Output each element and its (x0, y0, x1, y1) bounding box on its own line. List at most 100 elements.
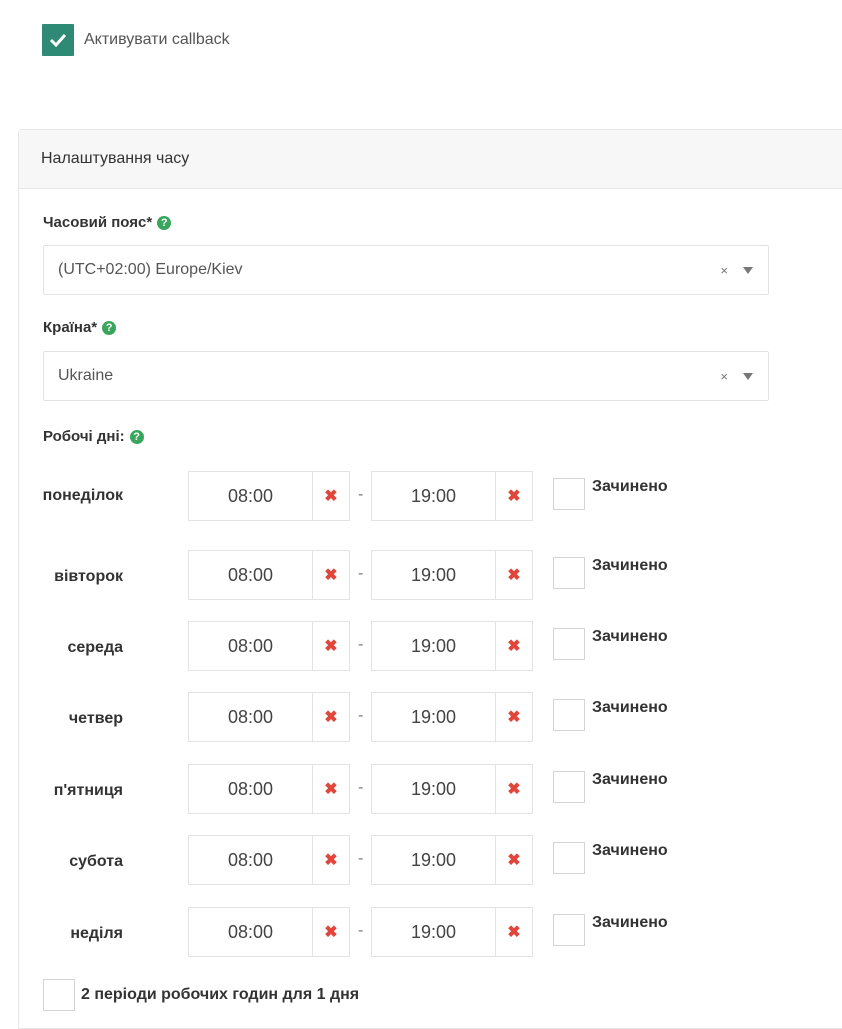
closed-checkbox[interactable] (553, 557, 585, 589)
clear-icon[interactable]: × (720, 369, 728, 384)
day-name: понеділок (42, 487, 123, 504)
clear-time-icon[interactable]: ✖ (313, 836, 349, 884)
timezone-value: (UTC+02:00) Europe/Kiev (58, 261, 243, 278)
time-to[interactable]: 19:00 ✖ (371, 835, 533, 885)
help-icon[interactable]: ? (157, 215, 172, 230)
closed-checkbox[interactable] (553, 628, 585, 660)
two-periods-label: 2 періоди робочих годин для 1 дня (81, 986, 360, 1003)
closed-label: Зачинено (592, 628, 668, 645)
clear-time-icon[interactable]: ✖ (496, 622, 532, 670)
day-row-friday: п'ятниця 08:00 ✖ - 19:00 ✖ Зачинено (19, 764, 799, 814)
time-to-input[interactable]: 19:00 (372, 693, 496, 741)
time-from-input[interactable]: 08:00 (189, 908, 313, 956)
time-to[interactable]: 19:00 ✖ (371, 764, 533, 814)
day-name: четвер (68, 710, 123, 727)
day-name: вівторок (54, 568, 123, 585)
closed-label: Зачинено (592, 478, 668, 495)
time-from[interactable]: 08:00 ✖ (188, 764, 350, 814)
time-to-input[interactable]: 19:00 (372, 765, 496, 813)
time-from[interactable]: 08:00 ✖ (188, 550, 350, 600)
clear-time-icon[interactable]: ✖ (496, 551, 532, 599)
clear-time-icon[interactable]: ✖ (313, 693, 349, 741)
time-to-input[interactable]: 19:00 (372, 472, 496, 520)
country-select[interactable]: Ukraine × (43, 351, 769, 401)
clear-time-icon[interactable]: ✖ (496, 908, 532, 956)
time-from[interactable]: 08:00 ✖ (188, 471, 350, 521)
time-separator: - (358, 707, 364, 724)
day-name: неділя (70, 925, 123, 942)
working-days-label: Робочі дні: ? (43, 428, 144, 445)
timezone-select[interactable]: (UTC+02:00) Europe/Kiev × (43, 245, 769, 295)
day-row-tuesday: вівторок 08:00 ✖ - 19:00 ✖ Зачинено (19, 550, 799, 600)
day-row-thursday: четвер 08:00 ✖ - 19:00 ✖ Зачинено (19, 692, 799, 742)
clear-time-icon[interactable]: ✖ (313, 551, 349, 599)
country-label: Країна* ? (43, 319, 117, 336)
time-separator: - (358, 565, 364, 582)
two-periods-checkbox[interactable] (43, 979, 75, 1011)
clear-time-icon[interactable]: ✖ (496, 693, 532, 741)
time-to-input[interactable]: 19:00 (372, 836, 496, 884)
closed-label: Зачинено (592, 842, 668, 859)
clear-time-icon[interactable]: ✖ (313, 908, 349, 956)
panel-title: Налаштування часу (19, 130, 842, 189)
time-to[interactable]: 19:00 ✖ (371, 907, 533, 957)
closed-checkbox[interactable] (553, 699, 585, 731)
time-to[interactable]: 19:00 ✖ (371, 621, 533, 671)
time-from[interactable]: 08:00 ✖ (188, 621, 350, 671)
closed-checkbox[interactable] (553, 478, 585, 510)
time-from-input[interactable]: 08:00 (189, 693, 313, 741)
day-name: п'ятниця (53, 782, 123, 799)
day-name: середа (67, 639, 123, 656)
time-separator: - (358, 922, 364, 939)
clear-time-icon[interactable]: ✖ (313, 622, 349, 670)
help-icon[interactable]: ? (102, 320, 117, 335)
time-separator: - (358, 850, 364, 867)
time-from-input[interactable]: 08:00 (189, 551, 313, 599)
closed-label: Зачинено (592, 557, 668, 574)
time-from[interactable]: 08:00 ✖ (188, 835, 350, 885)
clear-time-icon[interactable]: ✖ (313, 765, 349, 813)
timezone-label: Часовий пояс* ? (43, 214, 172, 231)
time-separator: - (358, 779, 364, 796)
time-separator: - (358, 486, 364, 503)
time-to-input[interactable]: 19:00 (372, 908, 496, 956)
help-icon[interactable]: ? (129, 429, 144, 444)
day-row-monday: понеділок 08:00 ✖ - 19:00 ✖ Зачинено (19, 471, 799, 521)
closed-label: Зачинено (592, 771, 668, 788)
clear-time-icon[interactable]: ✖ (496, 472, 532, 520)
time-to[interactable]: 19:00 ✖ (371, 692, 533, 742)
time-from-input[interactable]: 08:00 (189, 622, 313, 670)
two-periods-option[interactable]: 2 періоди робочих годин для 1 дня (43, 979, 359, 1011)
time-to-input[interactable]: 19:00 (372, 551, 496, 599)
time-from-input[interactable]: 08:00 (189, 472, 313, 520)
time-to-input[interactable]: 19:00 (372, 622, 496, 670)
clear-time-icon[interactable]: ✖ (313, 472, 349, 520)
day-row-wednesday: середа 08:00 ✖ - 19:00 ✖ Зачинено (19, 621, 799, 671)
time-separator: - (358, 636, 364, 653)
closed-checkbox[interactable] (553, 842, 585, 874)
closed-label: Зачинено (592, 699, 668, 716)
activate-callback[interactable]: Активувати callback (42, 24, 230, 56)
time-settings-panel: Налаштування часу Часовий пояс* ? (UTC+0… (18, 129, 842, 1029)
time-from[interactable]: 08:00 ✖ (188, 692, 350, 742)
clear-time-icon[interactable]: ✖ (496, 765, 532, 813)
clear-time-icon[interactable]: ✖ (496, 836, 532, 884)
time-from-input[interactable]: 08:00 (189, 836, 313, 884)
activate-callback-label: Активувати callback (84, 31, 230, 48)
day-name: субота (69, 853, 123, 870)
day-row-saturday: субота 08:00 ✖ - 19:00 ✖ Зачинено (19, 835, 799, 885)
closed-label: Зачинено (592, 914, 668, 931)
chevron-down-icon[interactable] (743, 267, 753, 274)
time-from-input[interactable]: 08:00 (189, 765, 313, 813)
closed-checkbox[interactable] (553, 914, 585, 946)
checkmark-icon (49, 33, 67, 47)
closed-checkbox[interactable] (553, 771, 585, 803)
time-to[interactable]: 19:00 ✖ (371, 550, 533, 600)
country-value: Ukraine (58, 367, 114, 384)
activate-callback-checkbox[interactable] (42, 24, 74, 56)
day-row-sunday: неділя 08:00 ✖ - 19:00 ✖ Зачинено (19, 907, 799, 957)
clear-icon[interactable]: × (720, 263, 728, 278)
chevron-down-icon[interactable] (743, 373, 753, 380)
time-to[interactable]: 19:00 ✖ (371, 471, 533, 521)
time-from[interactable]: 08:00 ✖ (188, 907, 350, 957)
